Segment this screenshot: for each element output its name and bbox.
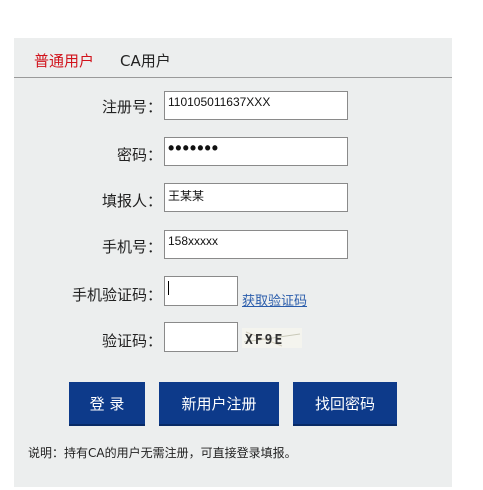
- login-button[interactable]: 登 录: [69, 382, 145, 424]
- password-masked-value: •••••••: [168, 138, 220, 158]
- reporter-input[interactable]: 王某某: [164, 183, 348, 212]
- captcha-input[interactable]: [164, 322, 238, 352]
- reg-number-value: 110105011637XXX: [168, 95, 271, 109]
- get-sms-code-link[interactable]: 获取验证码: [242, 290, 307, 309]
- phone-value: 158xxxxx: [168, 234, 219, 248]
- phone-label: 手机号：: [101, 238, 162, 256]
- sms-code-input[interactable]: [164, 276, 238, 306]
- captcha-label: 验证码：: [101, 332, 162, 350]
- tab-normal-user[interactable]: 普通用户: [34, 50, 94, 71]
- login-panel: 普通用户 CA用户 注册号： 110105011637XXX 密码： •••••…: [14, 38, 452, 487]
- sms-code-label: 手机验证码：: [71, 286, 162, 304]
- register-button[interactable]: 新用户注册: [159, 382, 279, 424]
- user-type-tabs: 普通用户 CA用户: [14, 38, 452, 78]
- reporter-value: 王某某: [168, 189, 205, 203]
- reg-number-input[interactable]: 110105011637XXX: [164, 91, 348, 120]
- password-input[interactable]: •••••••: [164, 137, 348, 166]
- phone-input[interactable]: 158xxxxx: [164, 230, 348, 259]
- password-label: 密码：: [116, 146, 162, 164]
- tab-ca-user[interactable]: CA用户: [120, 50, 171, 71]
- captcha-image[interactable]: XF9E: [242, 328, 302, 348]
- text-cursor: [168, 280, 169, 295]
- note-text: 说明：持有CA的用户无需注册，可直接登录填报。: [28, 446, 297, 460]
- captcha-text: XF9E: [245, 333, 284, 348]
- reg-number-label: 注册号：: [101, 98, 162, 116]
- reporter-label: 填报人：: [101, 192, 162, 210]
- recover-password-button[interactable]: 找回密码: [293, 382, 397, 424]
